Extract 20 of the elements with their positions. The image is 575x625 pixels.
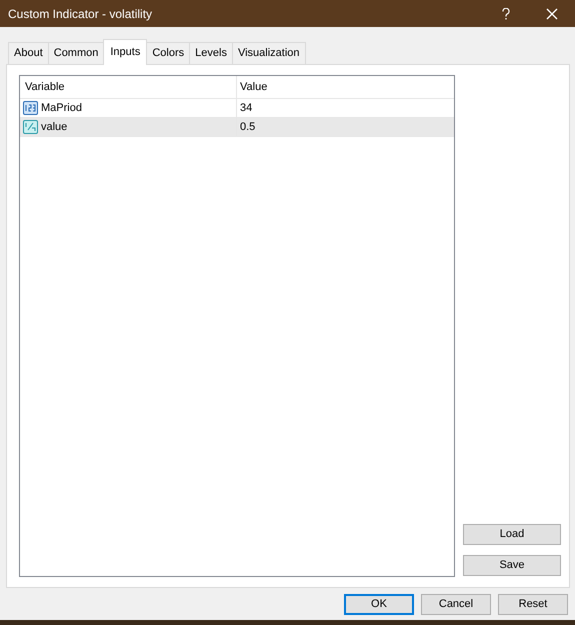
close-icon xyxy=(546,8,558,20)
save-button[interactable]: Save xyxy=(463,555,561,576)
fraction-type-icon xyxy=(23,120,38,134)
window-title: Custom Indicator - volatility xyxy=(8,6,154,22)
tab[interactable]: Visualization xyxy=(232,42,306,64)
variable-name: MaPriod xyxy=(41,100,82,116)
help-icon xyxy=(502,8,510,20)
cancel-button[interactable]: Cancel xyxy=(421,594,491,615)
variable-value: 34 xyxy=(239,100,254,116)
tab[interactable]: About xyxy=(8,42,49,64)
tab[interactable]: Inputs xyxy=(103,38,148,65)
reset-button[interactable]: Reset xyxy=(498,594,568,615)
variable-value: 0.5 xyxy=(239,120,256,135)
load-button[interactable]: Load xyxy=(463,524,561,545)
table-row[interactable]: value 0.5 xyxy=(20,118,454,137)
ok-button[interactable]: OK xyxy=(344,594,414,615)
column-header: Variable xyxy=(20,76,237,98)
integer-type-icon xyxy=(23,101,38,115)
column-header: Value xyxy=(239,80,268,95)
variable-name: value xyxy=(41,120,68,135)
